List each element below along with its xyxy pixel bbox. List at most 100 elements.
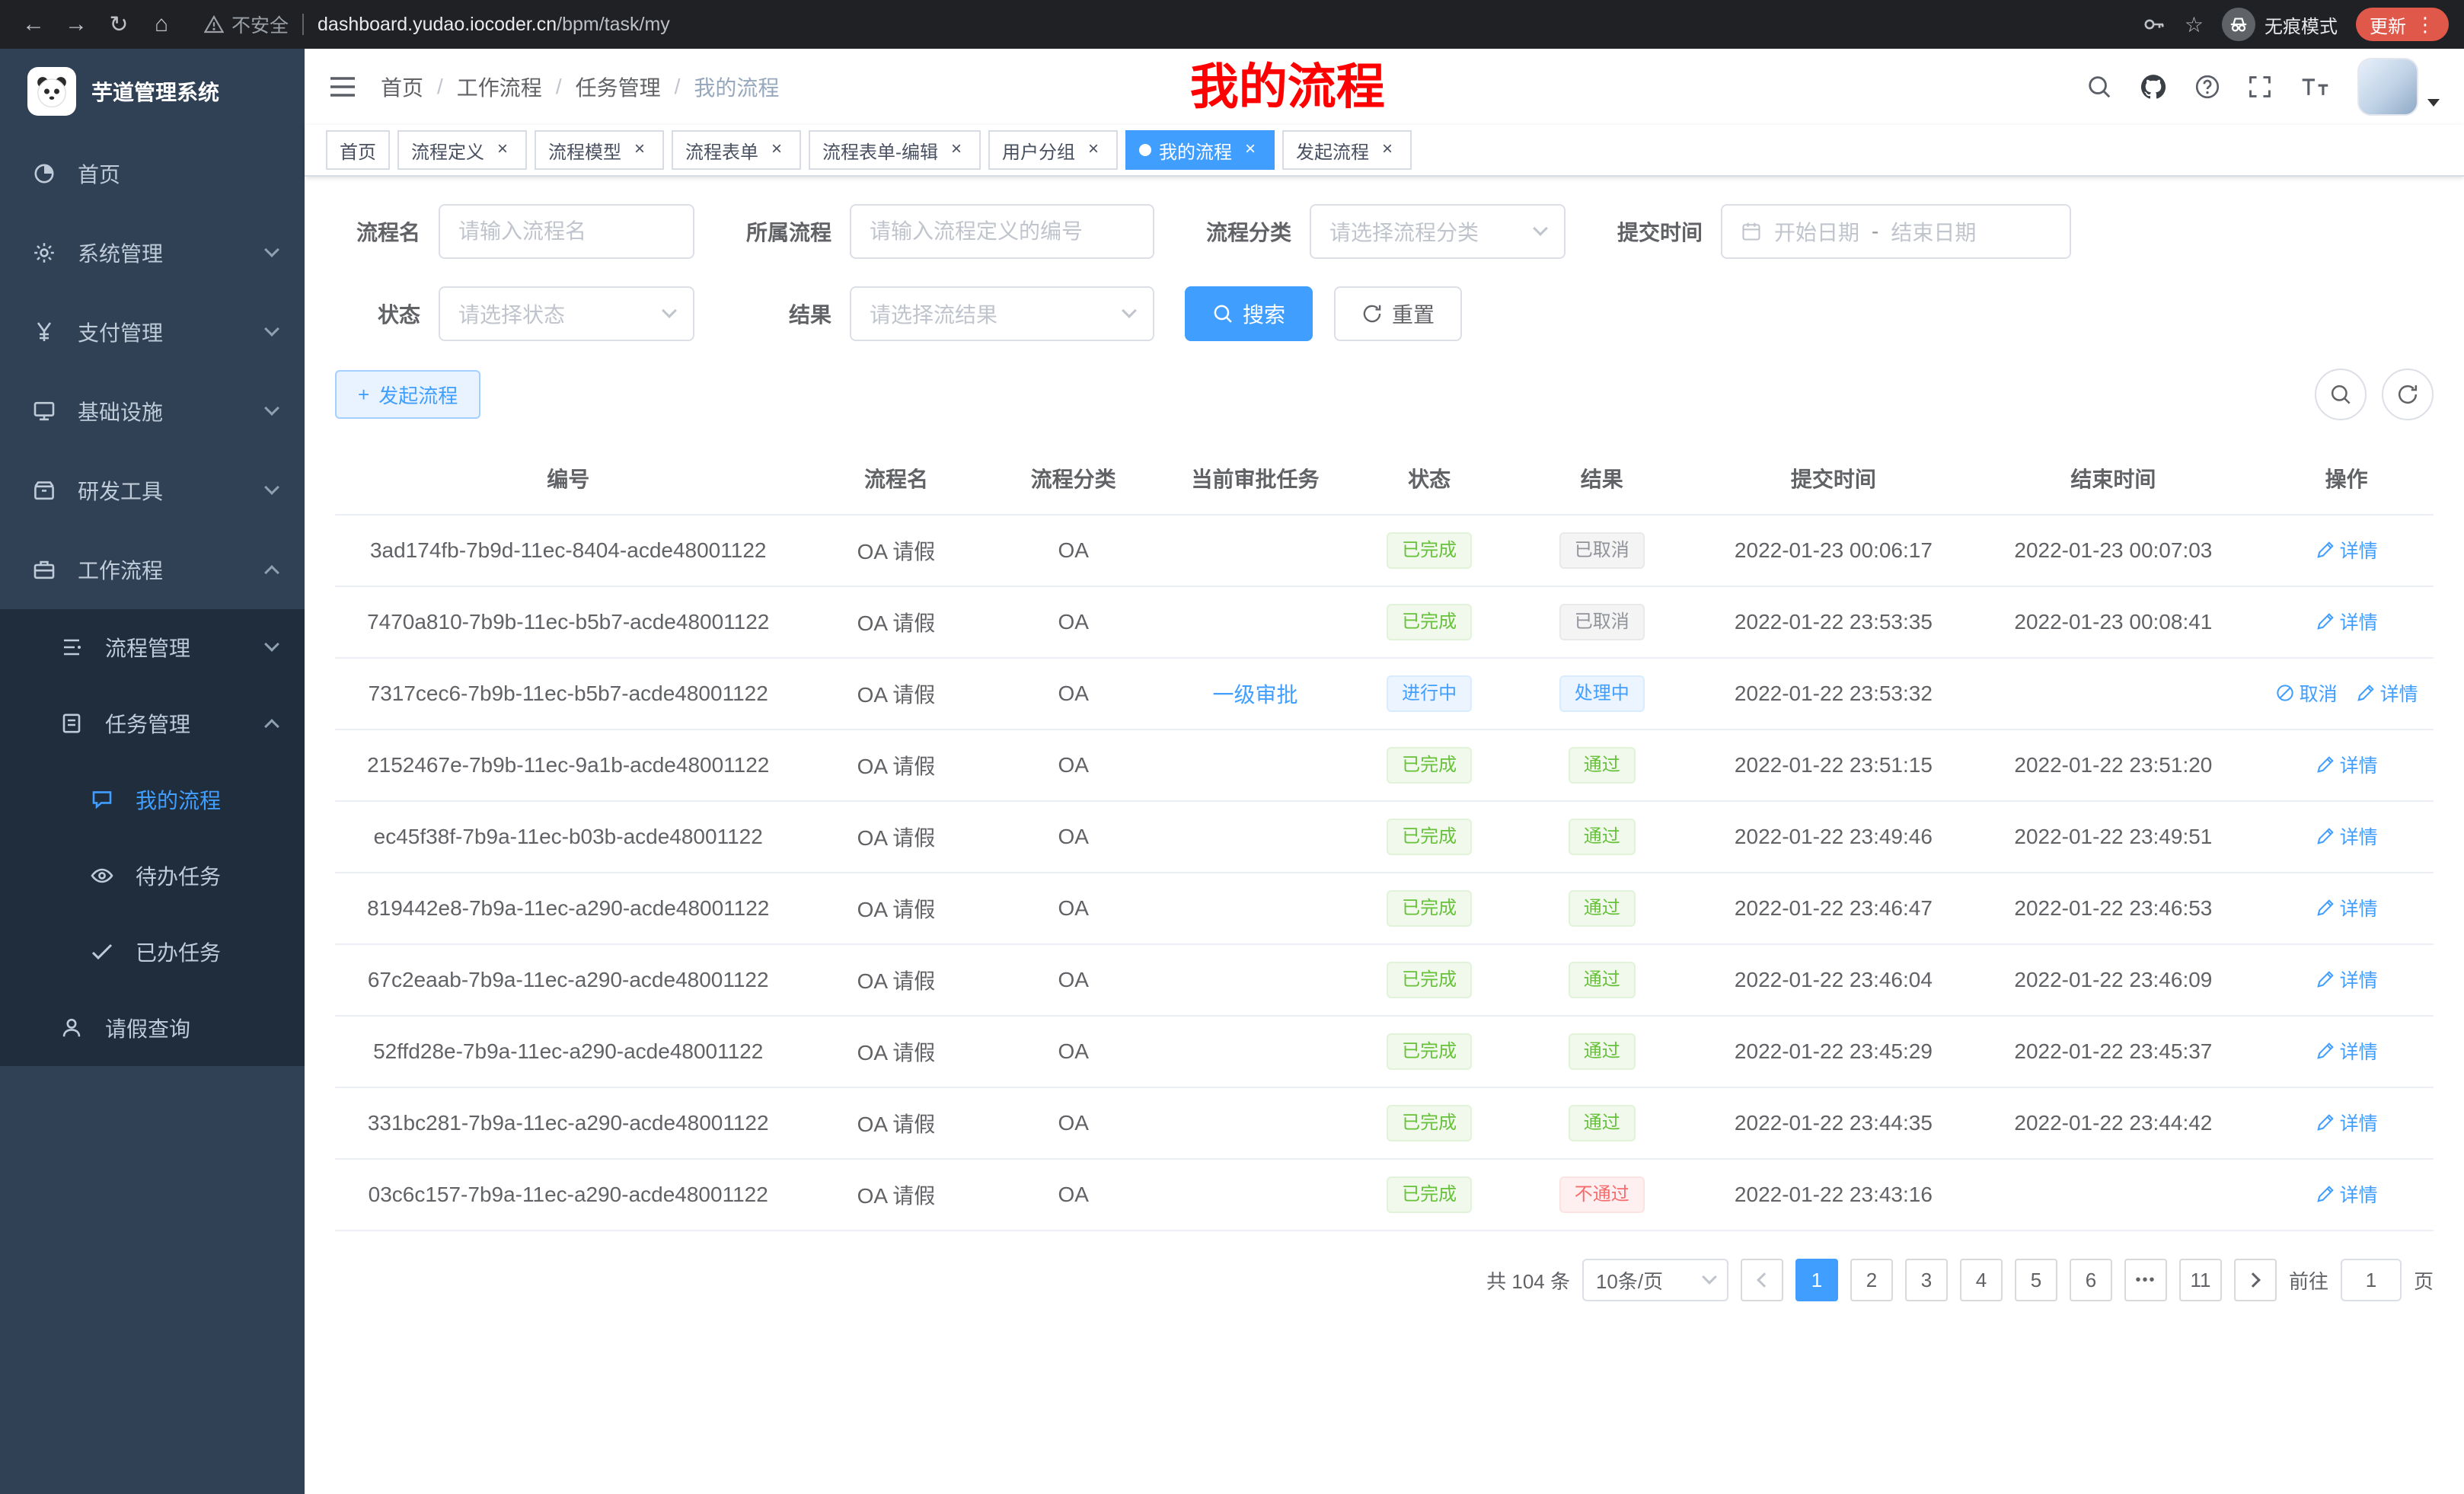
process-name-input[interactable] (439, 204, 694, 259)
detail-action-link[interactable]: 详情 (2316, 822, 2378, 850)
breadcrumb-item-home[interactable]: 首页 (381, 72, 423, 102)
status-tag: 已完成 (1387, 1105, 1472, 1141)
refresh-icon (2396, 383, 2419, 406)
user-avatar[interactable] (2357, 58, 2418, 116)
tab-发起流程[interactable]: 发起流程× (1282, 130, 1412, 170)
help-icon[interactable] (2194, 74, 2220, 100)
detail-action-link[interactable]: 详情 (2316, 536, 2378, 563)
github-icon[interactable] (2140, 73, 2167, 101)
sidebar-item-devtools[interactable]: 研发工具 (0, 451, 305, 530)
reset-button[interactable]: 重置 (1334, 286, 1462, 341)
tab-label: 流程表单-编辑 (822, 137, 938, 164)
tab-close-icon[interactable]: × (1377, 139, 1398, 161)
sidebar-item-workflow[interactable]: 工作流程 (0, 530, 305, 609)
breadcrumb-item-workflow[interactable]: 工作流程 (457, 72, 542, 102)
detail-action-link[interactable]: 详情 (2316, 1037, 2378, 1065)
result-tag: 不通过 (1559, 1176, 1645, 1213)
sidebar-item-label: 已办任务 (136, 937, 221, 967)
page-button-2[interactable]: 2 (1850, 1259, 1893, 1301)
detail-action-link[interactable]: 详情 (2316, 966, 2378, 993)
category-select[interactable]: 请选择流程分类 (1310, 204, 1566, 259)
browser-home-icon[interactable]: ⌂ (143, 6, 180, 43)
tab-close-icon[interactable]: × (1083, 139, 1104, 161)
tab-close-icon[interactable]: × (946, 139, 967, 161)
detail-action-link[interactable]: 详情 (2316, 894, 2378, 921)
tab-首页[interactable]: 首页 (326, 130, 390, 170)
create-process-button[interactable]: + 发起流程 (335, 370, 480, 419)
sidebar-item-my-process[interactable]: 我的流程 (0, 761, 305, 838)
page-button-4[interactable]: 4 (1960, 1259, 2003, 1301)
app-logo[interactable]: 芋道管理系统 (0, 49, 305, 134)
sidebar-toggle-icon[interactable] (329, 75, 356, 99)
page-button-6[interactable]: 6 (2070, 1259, 2112, 1301)
password-key-icon[interactable] (2142, 12, 2166, 37)
edit-icon (2316, 1041, 2335, 1061)
task-submenu: 我的流程 待办任务 已办任务 (0, 761, 305, 990)
tab-close-icon[interactable]: × (1240, 139, 1261, 161)
page-button-3[interactable]: 3 (1905, 1259, 1948, 1301)
sidebar-item-process-management[interactable]: 流程管理 (0, 609, 305, 685)
sidebar-item-todo-tasks[interactable]: 待办任务 (0, 838, 305, 914)
tab-流程表单[interactable]: 流程表单× (672, 130, 801, 170)
refresh-table-button[interactable] (2382, 369, 2434, 420)
detail-action-link[interactable]: 详情 (2356, 679, 2418, 707)
address-bar[interactable]: 不安全 dashboard.yudao.iocoder.cn/bpm/task/… (204, 11, 2136, 38)
sidebar-item-task-management[interactable]: 任务管理 (0, 685, 305, 761)
result-select[interactable]: 请选择流结果 (850, 286, 1154, 341)
next-page-button[interactable] (2234, 1259, 2277, 1301)
tab-close-icon[interactable]: × (492, 139, 513, 161)
tab-close-icon[interactable]: × (766, 139, 787, 161)
sidebar-item-system[interactable]: 系统管理 (0, 213, 305, 292)
detail-action-link[interactable]: 详情 (2316, 751, 2378, 778)
cancel-action-link[interactable]: 取消 (2275, 679, 2338, 707)
current-task-link[interactable]: 一级审批 (1213, 683, 1298, 707)
tab-流程表单-编辑[interactable]: 流程表单-编辑 × (809, 130, 981, 170)
browser-forward-icon[interactable]: → (58, 6, 94, 43)
user-menu[interactable] (2357, 58, 2440, 116)
search-icon[interactable] (2086, 74, 2112, 100)
cell-category: OA (991, 658, 1155, 729)
detail-action-link[interactable]: 详情 (2316, 1109, 2378, 1136)
sidebar-item-done-tasks[interactable]: 已办任务 (0, 914, 305, 990)
page-url[interactable]: dashboard.yudao.iocoder.cn/bpm/task/my (318, 14, 670, 36)
page-button-11[interactable]: 11 (2179, 1259, 2222, 1301)
security-warning[interactable]: 不安全 (204, 11, 289, 38)
page-button-5[interactable]: 5 (2015, 1259, 2057, 1301)
browser-back-icon[interactable]: ← (15, 6, 52, 43)
search-button[interactable]: 搜索 (1185, 286, 1313, 341)
tab-流程定义[interactable]: 流程定义× (397, 130, 527, 170)
status-select[interactable]: 请选择状态 (439, 286, 694, 341)
sidebar-item-infrastructure[interactable]: 基础设施 (0, 372, 305, 451)
submit-time-range[interactable]: 开始日期 - 结束日期 (1721, 204, 2071, 259)
detail-action-link[interactable]: 详情 (2316, 608, 2378, 635)
sidebar-item-payment[interactable]: 支付管理 (0, 292, 305, 372)
cell-id: 331bc281-7b9a-11ec-a290-acde48001122 (335, 1087, 801, 1159)
jump-label-suffix: 页 (2414, 1266, 2434, 1294)
fullscreen-icon[interactable] (2248, 75, 2272, 99)
cell-submit-time: 2022-01-22 23:46:04 (1700, 944, 1967, 1016)
tab-流程模型[interactable]: 流程模型× (535, 130, 664, 170)
tab-close-icon[interactable]: × (629, 139, 650, 161)
sidebar-item-home[interactable]: 首页 (0, 134, 305, 213)
process-definition-input[interactable] (850, 204, 1154, 259)
breadcrumb-item-task-management[interactable]: 任务管理 (576, 72, 661, 102)
start-date-placeholder: 开始日期 (1774, 216, 1859, 247)
browser-menu-icon[interactable]: ⋮ (2415, 13, 2435, 37)
sidebar-item-label: 基础设施 (78, 396, 163, 426)
detail-action-link[interactable]: 详情 (2316, 1180, 2378, 1208)
page-button-1[interactable]: 1 (1795, 1259, 1838, 1301)
browser-update-button[interactable]: 更新 ⋮ (2356, 8, 2449, 41)
cell-status: 已完成 (1355, 515, 1504, 586)
tab-我的流程[interactable]: 我的流程× (1125, 130, 1275, 170)
page-ellipsis-button[interactable]: ••• (2124, 1259, 2167, 1301)
font-size-icon[interactable] (2300, 75, 2330, 99)
sidebar-item-leave-query[interactable]: 请假查询 (0, 990, 305, 1066)
bookmark-star-icon[interactable]: ☆ (2185, 12, 2204, 37)
jump-page-input[interactable] (2341, 1259, 2402, 1301)
process-definition-label: 所属流程 (725, 216, 831, 247)
browser-reload-icon[interactable]: ↻ (101, 6, 137, 43)
toggle-search-button[interactable] (2315, 369, 2367, 420)
tab-用户分组[interactable]: 用户分组× (988, 130, 1118, 170)
page-size-select[interactable]: 10条/页 (1582, 1259, 1728, 1301)
prev-page-button[interactable] (1741, 1259, 1783, 1301)
